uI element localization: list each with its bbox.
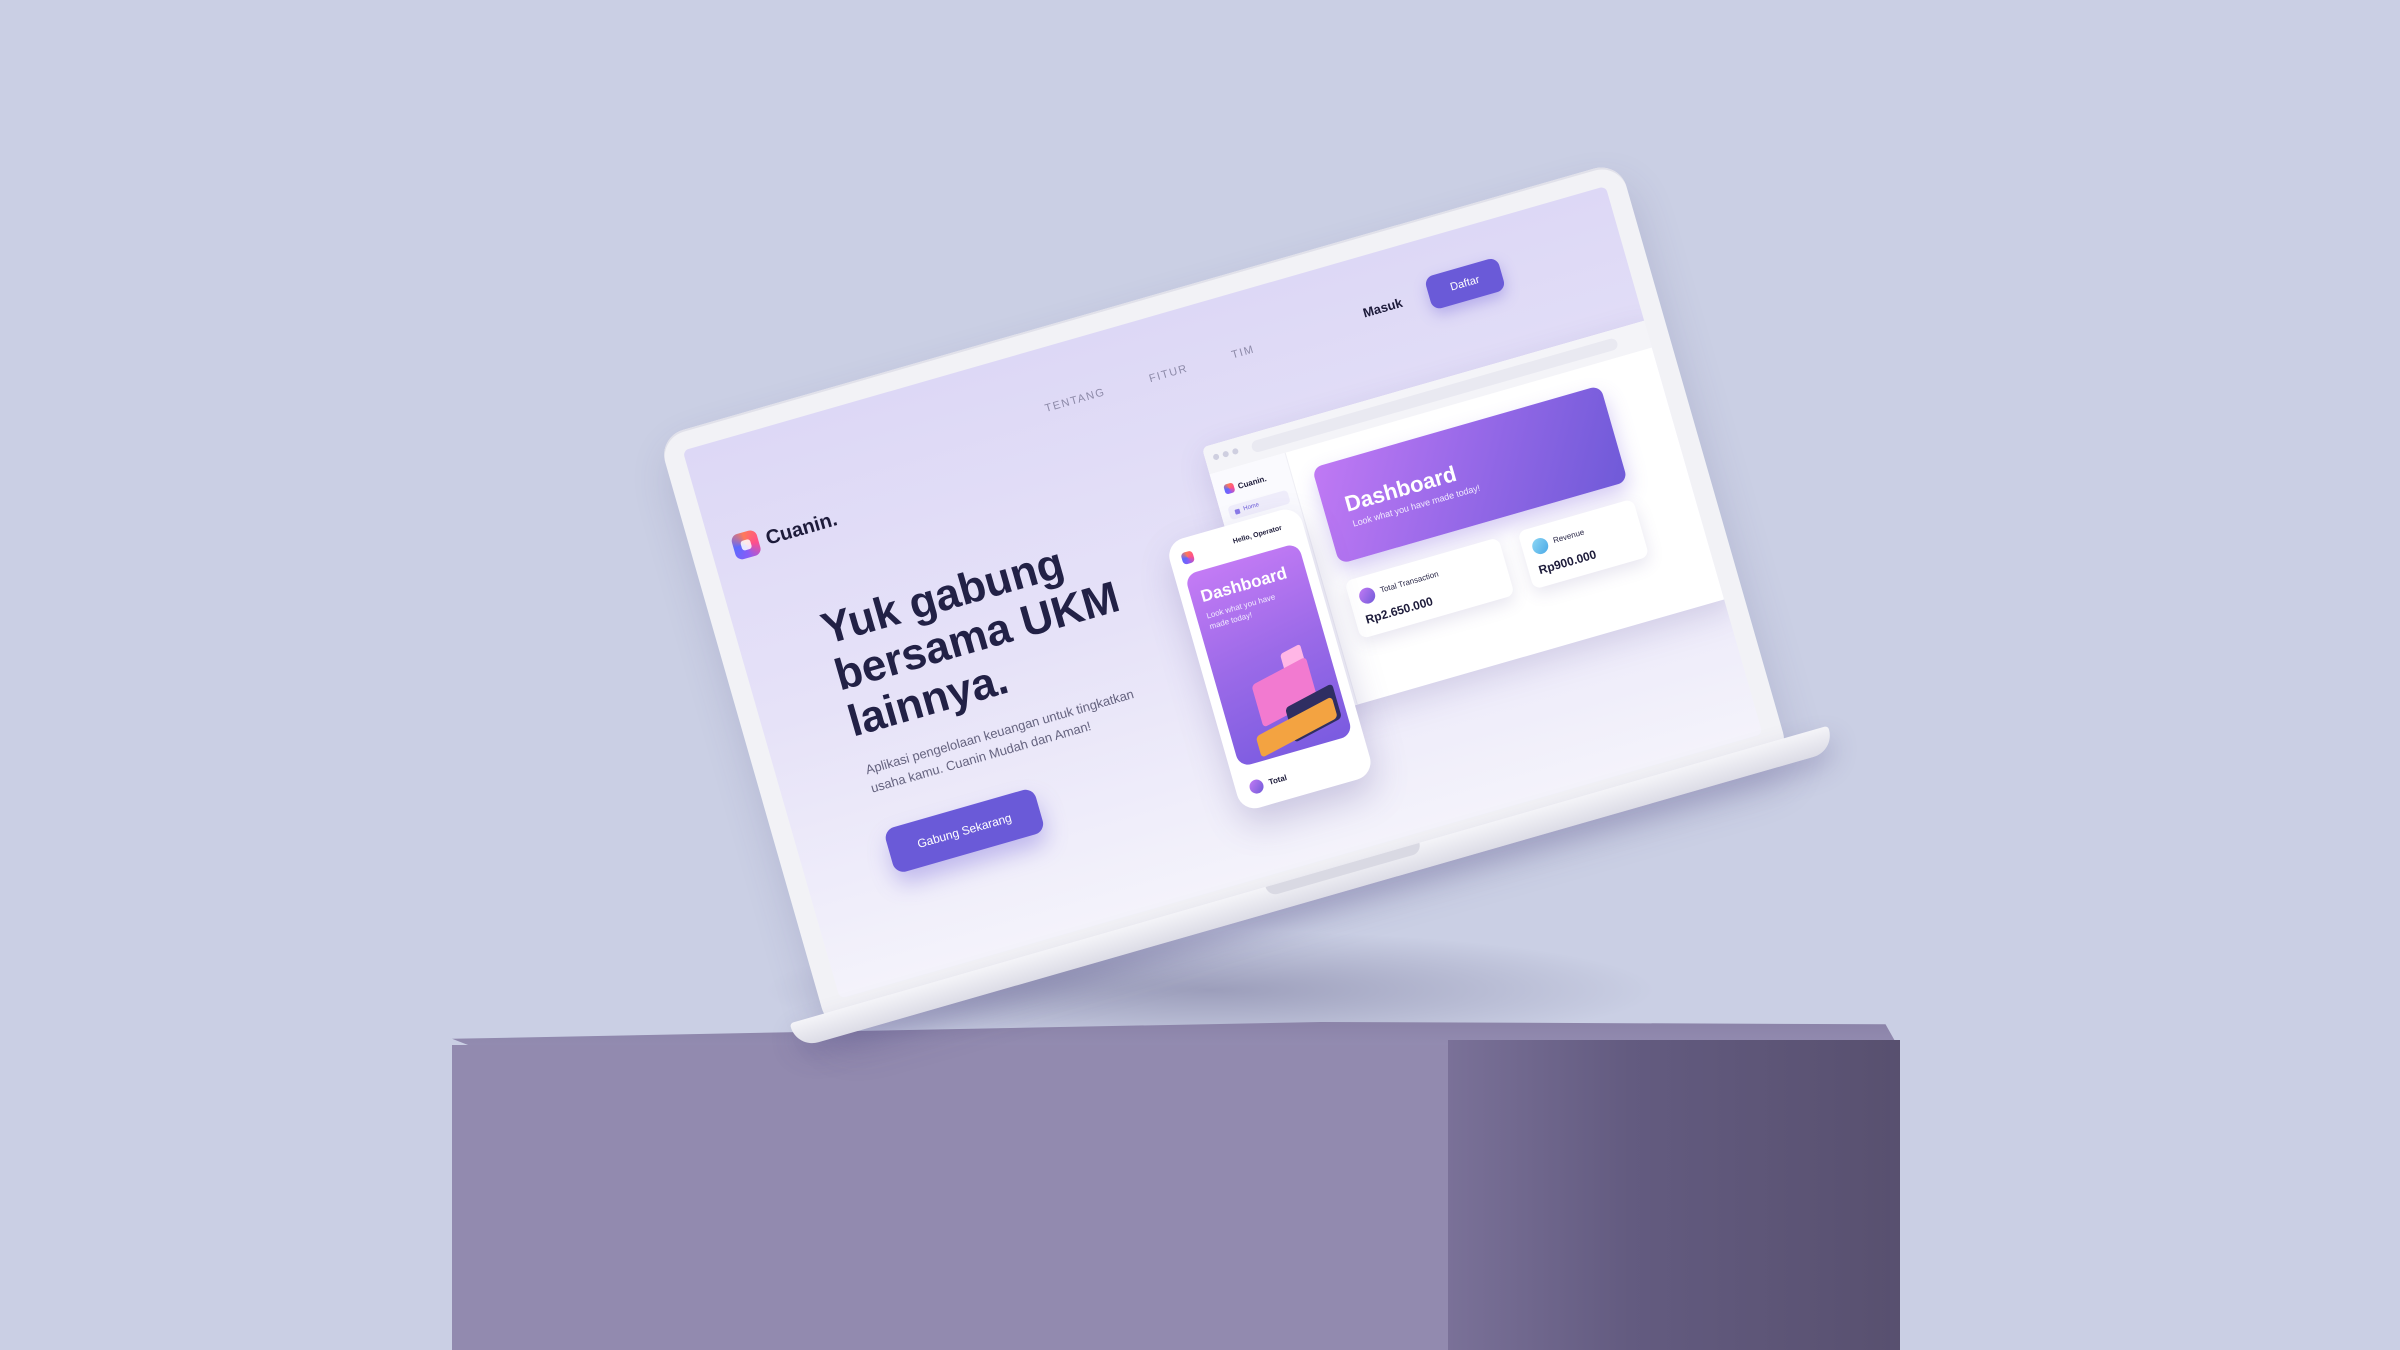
logo-mark-icon — [1223, 482, 1236, 495]
brand-logo[interactable]: Cuanin. — [730, 506, 840, 561]
laptop-screen: Cuanin. TENTANG FITUR TIM Masuk Daftar Y… — [682, 186, 1763, 999]
pedestal-side — [1448, 1040, 1900, 1350]
register-button[interactable]: Daftar — [1423, 256, 1507, 311]
login-link[interactable]: Masuk — [1361, 295, 1404, 321]
join-now-button[interactable]: Gabung Sekarang — [883, 787, 1046, 875]
preview-logo: Cuanin. — [1223, 473, 1267, 495]
window-dot-icon — [1222, 450, 1230, 458]
laptop: Cuanin. TENTANG FITUR TIM Masuk Daftar Y… — [658, 161, 1836, 1049]
stat-value: Rp900.000 — [1536, 547, 1598, 578]
stat-card-revenue: Revenue Rp900.000 — [1517, 498, 1650, 590]
nav-item-tentang[interactable]: TENTANG — [1044, 386, 1107, 415]
mockup-scene: Cuanin. TENTANG FITUR TIM Masuk Daftar Y… — [0, 0, 2400, 1350]
total-icon — [1247, 777, 1266, 796]
stat-label: Revenue — [1552, 527, 1586, 546]
window-dot-icon — [1212, 453, 1220, 461]
nav-item-fitur[interactable]: FITUR — [1148, 363, 1190, 386]
stat-label: Total Transaction — [1379, 569, 1440, 595]
window-dot-icon — [1231, 447, 1240, 456]
main-nav: TENTANG FITUR TIM — [1044, 343, 1256, 415]
revenue-icon — [1530, 536, 1551, 556]
transaction-icon — [1357, 585, 1378, 606]
phone-footer-label: Total — [1267, 773, 1288, 787]
home-icon — [1234, 508, 1241, 515]
logo-mark-icon — [730, 528, 763, 561]
phone-greeting: Hello, Operator — [1232, 524, 1283, 546]
brand-name: Cuanin. — [763, 507, 840, 550]
pedestal-front — [452, 1045, 1450, 1350]
sidebar-item-label: Home — [1242, 502, 1260, 513]
logo-mark-icon — [1180, 550, 1196, 566]
nav-item-tim[interactable]: TIM — [1230, 343, 1256, 361]
preview-brand-name: Cuanin. — [1236, 473, 1268, 491]
